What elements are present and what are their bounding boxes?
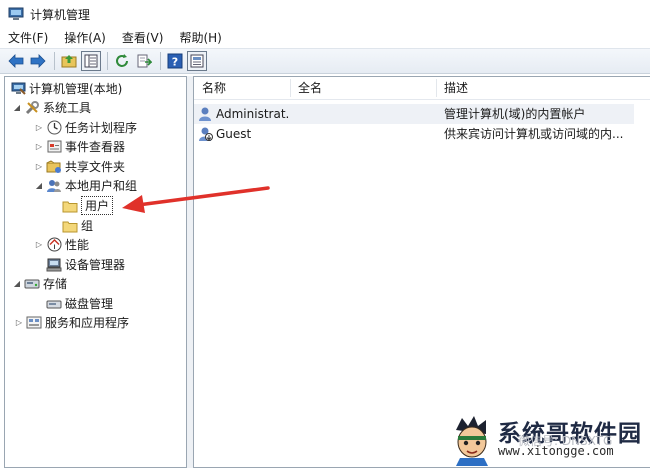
export-icon[interactable] (134, 51, 154, 71)
tree-item-device-manager[interactable]: 设备管理器 (45, 255, 125, 274)
tree-item-system-tools[interactable]: ◢ 系统工具 (11, 98, 91, 117)
user-fullname (298, 104, 428, 124)
column-divider[interactable] (290, 79, 291, 97)
expand-icon[interactable]: ▷ (33, 142, 45, 151)
tools-icon (24, 100, 40, 116)
tree-item-groups[interactable]: 组 (61, 216, 93, 235)
column-headers: 名称 全名 描述 (194, 77, 650, 100)
folder-icon (62, 218, 78, 234)
watermark: 系统哥软件园 微信号: DNSXTG www.xitongge.com (450, 410, 645, 468)
tree-item-disk-management[interactable]: 磁盘管理 (45, 294, 113, 313)
properties-icon[interactable] (187, 51, 207, 71)
navigation-tree: 计算机管理(本地) ◢ 系统工具 ▷ 任务计划程序 ▷ 事件查看器 ▷ 共享文件… (4, 76, 187, 468)
expand-icon[interactable]: ▷ (33, 162, 45, 171)
event-viewer-icon (46, 139, 62, 155)
tree-label: 计算机管理(本地) (29, 82, 123, 96)
toolbar-separator (54, 52, 55, 70)
toolbar-separator (160, 52, 161, 70)
tree-label: 性能 (65, 238, 90, 252)
menu-file[interactable]: 文件(F) (0, 28, 56, 48)
clock-icon (46, 120, 62, 136)
disk-management-icon (46, 296, 62, 312)
tree-label: 系统工具 (43, 101, 92, 115)
tree-label: 组 (81, 219, 94, 233)
services-icon (26, 315, 42, 331)
user-description: 供来宾访问计算机或访问域的内... (444, 127, 624, 141)
tree-label: 事件查看器 (65, 140, 126, 154)
toolbar: ? (0, 48, 650, 74)
user-icon (198, 104, 216, 124)
menu-help[interactable]: 帮助(H) (171, 28, 229, 48)
user-description: 管理计算机(域)的内置帐户 (444, 107, 586, 121)
refresh-icon[interactable] (112, 51, 132, 71)
device-manager-icon (46, 257, 62, 273)
tree-item-performance[interactable]: ▷ 性能 (33, 235, 89, 254)
users-group-icon (46, 178, 62, 194)
collapse-icon[interactable]: ◢ (33, 181, 45, 190)
mascot-logo (456, 416, 488, 466)
column-header-name[interactable]: 名称 (196, 77, 290, 99)
menu-view[interactable]: 查看(V) (114, 28, 172, 48)
tree-label: 服务和应用程序 (45, 316, 130, 330)
tree-item-task-scheduler[interactable]: ▷ 任务计划程序 (33, 118, 137, 137)
tree-label: 用户 (81, 196, 114, 215)
forward-arrow-icon[interactable] (28, 51, 48, 71)
shared-folder-icon (46, 159, 62, 175)
tree-item-users[interactable]: 用户 (61, 196, 114, 215)
menu-bar: 文件(F) 操作(A) 查看(V) 帮助(H) (0, 28, 650, 48)
tree-label: 设备管理器 (65, 258, 126, 272)
back-arrow-icon[interactable] (6, 51, 26, 71)
expand-icon[interactable]: ▷ (13, 318, 25, 327)
toolbar-separator (107, 52, 108, 70)
collapse-icon[interactable]: ◢ (11, 279, 23, 288)
table-row[interactable]: Guest 供来宾访问计算机或访问域的内... (194, 124, 634, 144)
tree-item-event-viewer[interactable]: ▷ 事件查看器 (33, 137, 125, 156)
menu-action[interactable]: 操作(A) (56, 28, 114, 48)
tree-item-root[interactable]: 计算机管理(本地) (9, 79, 122, 98)
expand-icon[interactable]: ▷ (33, 123, 45, 132)
table-row[interactable]: Administrat... 管理计算机(域)的内置帐户 (194, 104, 634, 124)
column-divider[interactable] (436, 79, 437, 97)
tree-item-storage[interactable]: ◢ 存储 (11, 274, 67, 293)
user-name: Administrat... (216, 107, 290, 121)
help-icon[interactable]: ? (165, 51, 185, 71)
folder-icon (62, 198, 78, 214)
computer-management-icon (10, 81, 26, 97)
expand-icon[interactable]: ▷ (33, 240, 45, 249)
disabled-user-icon (198, 124, 216, 144)
performance-icon (46, 237, 62, 253)
tree-label: 存储 (43, 277, 68, 291)
tree-item-shared-folders[interactable]: ▷ 共享文件夹 (33, 157, 125, 176)
tree-item-local-users-groups[interactable]: ◢ 本地用户和组 (33, 176, 137, 195)
user-name: Guest (216, 127, 252, 141)
column-header-fullname[interactable]: 全名 (292, 77, 438, 99)
user-fullname (298, 124, 428, 144)
collapse-icon[interactable]: ◢ (11, 103, 23, 112)
tree-label: 任务计划程序 (65, 121, 138, 135)
show-hide-tree-icon[interactable] (81, 51, 101, 71)
computer-management-icon (8, 7, 24, 20)
storage-icon (24, 276, 40, 292)
tree-label: 磁盘管理 (65, 297, 114, 311)
up-folder-icon[interactable] (59, 51, 79, 71)
column-header-description[interactable]: 描述 (438, 77, 634, 99)
tree-item-services-apps[interactable]: ▷ 服务和应用程序 (13, 313, 129, 332)
title-bar: 计算机管理 (0, 0, 650, 28)
tree-label: 本地用户和组 (65, 179, 138, 193)
window-title: 计算机管理 (30, 7, 91, 22)
watermark-url: www.xitongge.com (498, 444, 614, 458)
tree-label: 共享文件夹 (65, 160, 126, 174)
svg-text:?: ? (172, 56, 178, 69)
